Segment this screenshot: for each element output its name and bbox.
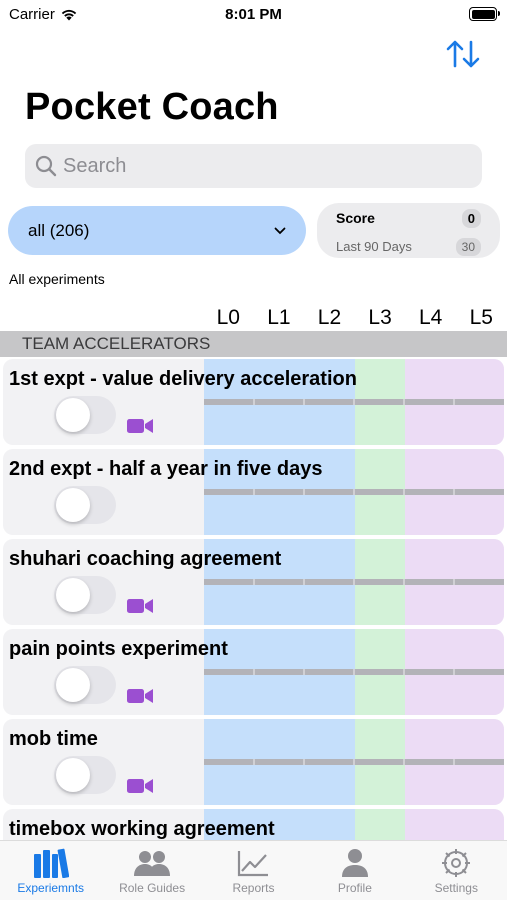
experiment-toggle[interactable] <box>54 486 116 524</box>
tab-settings[interactable]: Settings <box>406 841 507 900</box>
level-label-l5: L5 <box>469 306 493 329</box>
tab-label: Settings <box>434 881 478 895</box>
gear-icon <box>440 847 472 879</box>
level-label-l1: L1 <box>267 306 291 329</box>
tab-label: Profile <box>337 881 372 895</box>
experiment-toggle[interactable] <box>54 666 116 704</box>
sort-arrows-icon[interactable] <box>445 38 481 70</box>
list-item[interactable]: 1st expt - value delivery acceleration <box>3 359 504 445</box>
video-icon[interactable] <box>127 418 153 439</box>
video-icon[interactable] <box>127 778 153 799</box>
tab-label: Reports <box>232 881 275 895</box>
chevron-down-icon <box>274 227 286 234</box>
tab-role-guides[interactable]: Role Guides <box>101 841 202 900</box>
status-bar: Carrier 8:01 PM <box>0 0 507 30</box>
tab-profile[interactable]: Profile <box>304 841 405 900</box>
score-label: Score <box>336 210 375 226</box>
list-item[interactable]: 2nd expt - half a year in five days <box>3 449 504 535</box>
experiment-toggle[interactable] <box>54 396 116 434</box>
page-title: Pocket Coach <box>25 86 279 128</box>
list-item[interactable]: shuhari coaching agreement <box>3 539 504 625</box>
video-icon[interactable] <box>127 688 153 709</box>
tab-label: Role Guides <box>119 881 186 895</box>
tab-bar: Experiemnts Role Guides Reports Profile Sett… <box>0 840 507 900</box>
level-label-l2: L2 <box>317 306 342 329</box>
level-label-l4: L4 <box>418 306 443 329</box>
level-header: L0 L1 L2 L3 L4 L5 <box>203 306 507 330</box>
level-progress-bar <box>204 669 504 675</box>
experiment-toggle[interactable] <box>54 576 116 614</box>
experiment-list: 1st expt - value delivery acceleration 2n… <box>0 359 507 899</box>
level-label-l0: L0 <box>216 306 240 329</box>
experiment-name: pain points experiment <box>9 638 228 660</box>
level-label-l3: L3 <box>368 306 392 329</box>
books-icon <box>33 847 69 879</box>
battery-icon <box>469 7 500 21</box>
person-icon <box>340 847 370 879</box>
experiment-filter-dropdown[interactable]: all (206) <box>8 206 306 255</box>
list-item[interactable]: pain points experiment <box>3 629 504 715</box>
score-period-badge: 30 <box>455 238 481 256</box>
video-icon[interactable] <box>127 598 153 619</box>
chart-icon <box>236 847 270 879</box>
section-header: TEAM ACCELERATORS <box>0 331 507 357</box>
level-progress-bar <box>204 399 504 405</box>
level-progress-bar <box>204 759 504 765</box>
list-caption: All experiments <box>9 271 105 287</box>
score-card[interactable]: Score 0 Last 90 Days 30 <box>317 203 500 258</box>
tab-reports[interactable]: Reports <box>203 841 304 900</box>
search-bar[interactable] <box>25 144 482 188</box>
level-progress-bar <box>204 489 504 495</box>
tab-label: Experiemnts <box>17 881 85 895</box>
score-period-label: Last 90 Days <box>336 239 412 254</box>
experiment-name: 1st expt - value delivery acceleration <box>9 368 357 390</box>
people-icon <box>133 847 171 879</box>
search-icon <box>35 155 57 177</box>
experiment-name: 2nd expt - half a year in five days <box>9 458 323 480</box>
list-item[interactable]: mob time <box>3 719 504 805</box>
filter-selected-value: all (206) <box>28 220 90 240</box>
level-progress-bar <box>204 579 504 585</box>
clock: 8:01 PM <box>225 6 282 23</box>
score-value-badge: 0 <box>461 209 481 228</box>
experiment-toggle[interactable] <box>54 756 116 794</box>
experiment-name: shuhari coaching agreement <box>9 548 282 570</box>
app-screen: Carrier 8:01 PM Pocket Coach all (206) <box>0 0 507 900</box>
experiment-name: timebox working agreement <box>9 818 275 840</box>
experiment-name: mob time <box>9 728 98 750</box>
search-input[interactable] <box>63 154 443 178</box>
tab-experiemnts[interactable]: Experiemnts <box>0 841 101 900</box>
